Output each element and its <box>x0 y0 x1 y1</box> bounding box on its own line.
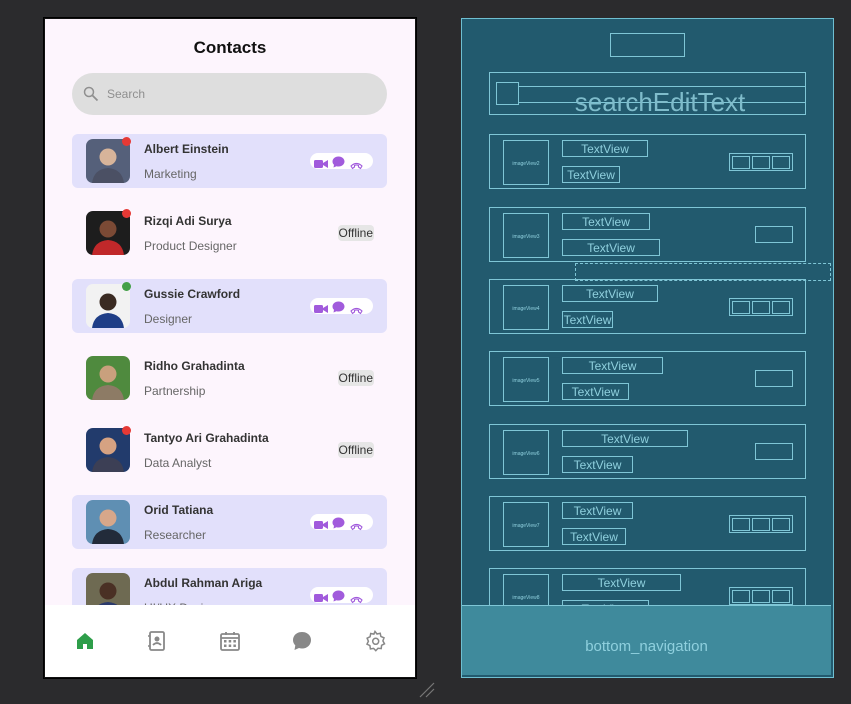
offline-badge: Offline <box>337 370 374 386</box>
blueprint-name-textview: TextView <box>562 430 688 447</box>
blueprint-dashed-box <box>575 263 831 281</box>
blueprint-bottom-nav: bottom_navigation <box>462 605 831 675</box>
voice-call-icon[interactable] <box>350 302 363 320</box>
blueprint-name-textview: TextView <box>562 574 681 591</box>
message-icon[interactable] <box>332 300 345 318</box>
home-icon[interactable] <box>73 629 97 653</box>
contact-row[interactable]: Gussie Crawford Designer <box>72 279 387 333</box>
blueprint-actions <box>729 587 793 605</box>
avatar <box>86 284 130 328</box>
contact-name: Ridho Grahadinta <box>144 359 245 373</box>
phone-preview: Contacts Search Albert Einstein Marketin… <box>44 18 416 678</box>
contact-name: Albert Einstein <box>144 142 229 156</box>
blueprint-role-textview: TextView <box>562 528 626 545</box>
contact-actions <box>310 298 373 315</box>
search-bar[interactable]: Search <box>72 73 387 115</box>
blueprint-offline-textview <box>755 370 793 387</box>
blueprint-row: imageView7 TextView TextView <box>489 496 806 551</box>
contact-row[interactable]: Orid Tatiana Researcher <box>72 495 387 549</box>
chat-icon[interactable] <box>290 629 314 653</box>
message-icon[interactable] <box>332 155 345 173</box>
blueprint-role-textview: TextView <box>562 383 629 400</box>
contact-name: Orid Tatiana <box>144 503 214 517</box>
blueprint-name-textview: TextView <box>562 140 648 157</box>
contacts-icon[interactable] <box>145 629 169 653</box>
contact-role: Marketing <box>144 167 197 181</box>
search-input[interactable]: Search <box>107 87 145 101</box>
blueprint-name-textview: TextView <box>562 357 663 374</box>
blueprint-role-textview: TextView <box>562 456 633 473</box>
video-call-icon[interactable] <box>314 156 328 174</box>
contact-actions <box>310 514 373 531</box>
blueprint-name-textview: TextView <box>562 502 633 519</box>
avatar <box>86 139 130 183</box>
blueprint-row: imageView6 TextView TextView <box>489 424 806 479</box>
blueprint-search-label: searchEditText <box>574 87 746 117</box>
blueprint-role-textview: TextView <box>562 311 613 328</box>
blueprint-image-view: imageView7 <box>503 502 549 547</box>
video-call-icon[interactable] <box>314 301 328 319</box>
blueprint-actions <box>729 515 793 533</box>
contact-name: Rizqi Adi Surya <box>144 214 232 228</box>
blueprint-role-textview: TextView <box>562 166 620 183</box>
contact-role: Product Designer <box>144 239 237 253</box>
contact-actions <box>310 153 373 170</box>
blueprint-bottom-label: bottom_navigation <box>585 638 708 655</box>
avatar <box>86 356 130 400</box>
page-title: Contacts <box>193 38 267 57</box>
contact-name: Tantyo Ari Grahadinta <box>144 431 269 445</box>
status-dot <box>122 137 131 146</box>
status-dot <box>122 426 131 435</box>
voice-call-icon[interactable] <box>350 518 363 536</box>
blueprint-offline-textview <box>755 443 793 460</box>
status-dot <box>122 282 131 291</box>
voice-call-icon[interactable] <box>350 157 363 175</box>
contact-role: Designer <box>144 312 193 326</box>
blueprint-image-view: imageView2 <box>503 140 549 185</box>
contact-row[interactable]: Tantyo Ari Grahadinta Data Analyst Offli… <box>72 423 387 477</box>
avatar <box>86 500 130 544</box>
calendar-icon[interactable] <box>218 629 242 653</box>
blueprint-image-view: imageView3 <box>503 213 549 258</box>
settings-icon[interactable] <box>363 629 387 653</box>
blueprint-row: imageView4 TextView TextView <box>489 279 806 334</box>
contact-role: Data Analyst <box>144 456 212 470</box>
blueprint-preview: searchEditText imageView2 TextView TextV… <box>461 18 834 678</box>
blueprint-image-view: imageView5 <box>503 357 549 402</box>
message-icon[interactable] <box>332 516 345 534</box>
blueprint-actions <box>729 153 793 171</box>
blueprint-title-box <box>610 33 685 57</box>
blueprint-offline-textview <box>755 226 793 243</box>
blueprint-search-image <box>496 82 519 105</box>
blueprint-name-textview: TextView <box>562 213 650 230</box>
contact-row[interactable]: Albert Einstein Marketing <box>72 134 387 188</box>
blueprint-image-view: imageView4 <box>503 285 549 330</box>
blueprint-name-textview: TextView <box>562 285 658 302</box>
contact-row[interactable]: Ridho Grahadinta Partnership Offline <box>72 351 387 405</box>
blueprint-row: imageView3 TextView TextView <box>489 207 806 262</box>
contact-role: Researcher <box>144 528 207 542</box>
blueprint-search-box: searchEditText <box>489 72 806 117</box>
blueprint-row: imageView5 TextView TextView <box>489 351 806 406</box>
resize-handle[interactable] <box>418 681 436 699</box>
contact-name: Gussie Crawford <box>144 287 241 301</box>
bottom-navigation <box>45 605 415 677</box>
status-dot <box>122 209 131 218</box>
contact-row[interactable]: Rizqi Adi Surya Product Designer Offline <box>72 206 387 260</box>
offline-badge: Offline <box>337 225 374 241</box>
search-icon <box>83 86 99 102</box>
video-call-icon[interactable] <box>314 517 328 535</box>
contact-actions <box>310 587 373 604</box>
blueprint-role-textview: TextView <box>562 239 660 256</box>
contact-role: Partnership <box>144 384 206 398</box>
avatar <box>86 428 130 472</box>
blueprint-image-view: imageView6 <box>503 430 549 475</box>
offline-badge: Offline <box>337 442 374 458</box>
blueprint-actions <box>729 298 793 316</box>
contact-name: Abdul Rahman Ariga <box>144 576 263 590</box>
avatar <box>86 211 130 255</box>
blueprint-row: imageView2 TextView TextView <box>489 134 806 189</box>
